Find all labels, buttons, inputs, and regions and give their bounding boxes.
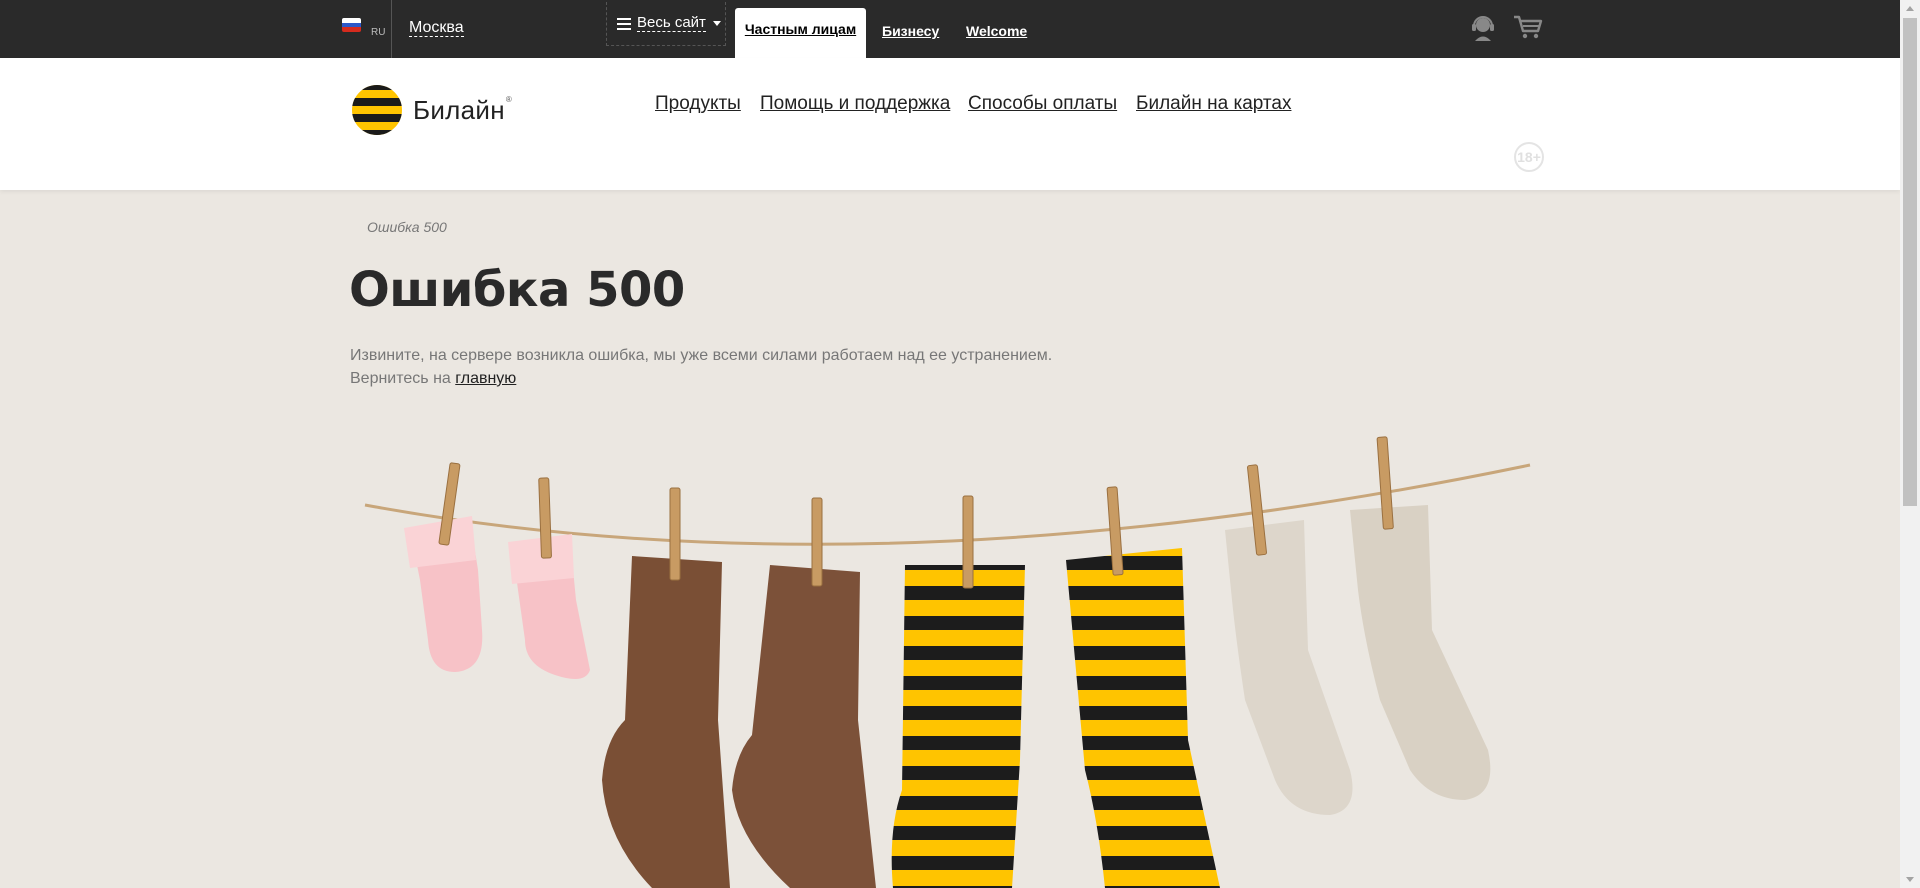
scroll-up-arrow-icon[interactable] bbox=[1906, 6, 1914, 11]
striped-sock-left bbox=[891, 565, 1025, 888]
vertical-scrollbar[interactable] bbox=[1900, 0, 1920, 888]
scrollbar-thumb[interactable] bbox=[1903, 18, 1917, 506]
brown-sock-left bbox=[602, 556, 730, 888]
striped-sock-right bbox=[1066, 548, 1220, 888]
scroll-down-arrow-icon[interactable] bbox=[1906, 877, 1914, 882]
socks-illustration bbox=[364, 436, 1531, 888]
beige-sock-right bbox=[1350, 505, 1491, 800]
brown-sock-right bbox=[732, 565, 876, 888]
beige-sock-left bbox=[1225, 520, 1353, 815]
